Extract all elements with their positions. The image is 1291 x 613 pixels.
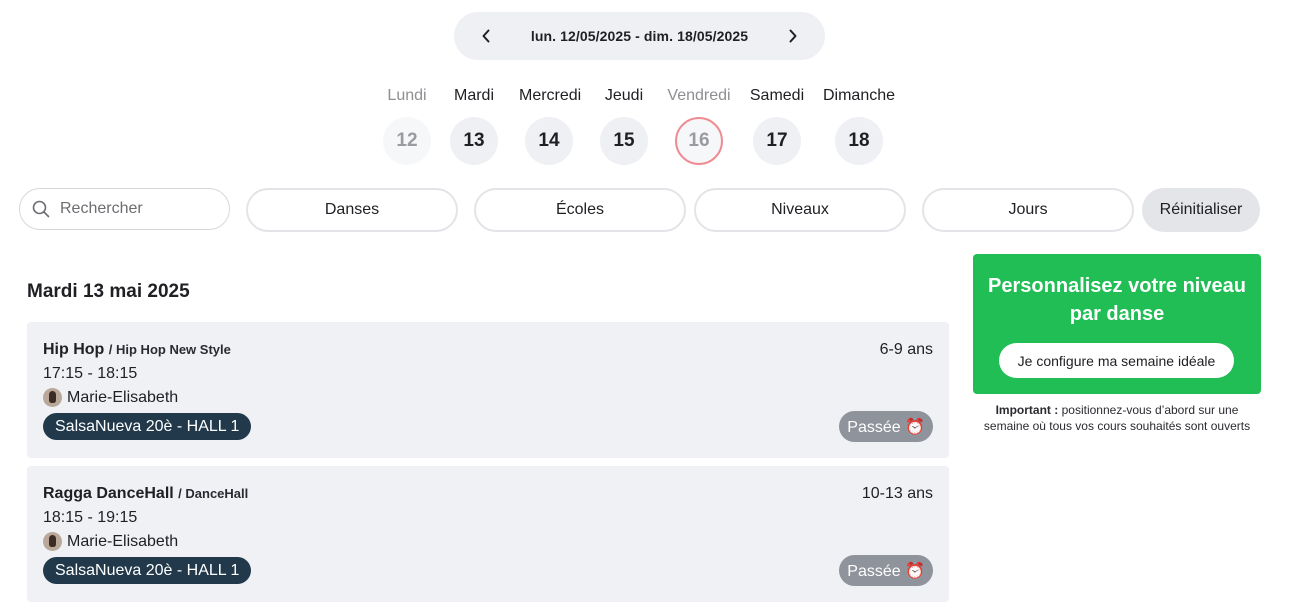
day-number: 16 — [675, 117, 723, 165]
age-range: 10-13 ans — [861, 485, 933, 502]
week-navigator: lun. 12/05/2025 - dim. 18/05/2025 — [454, 12, 825, 60]
note-label: Important : — [995, 403, 1059, 417]
class-style: / Hip Hop New Style — [108, 342, 231, 357]
day-name: Mercredi — [519, 87, 582, 104]
day-monday[interactable]: Lundi 12 — [377, 85, 437, 165]
search-input[interactable] — [58, 199, 212, 219]
status-badge: Passée ⏰ — [839, 411, 933, 442]
avatar — [43, 388, 62, 407]
days-filter-button[interactable]: Jours — [922, 188, 1134, 232]
search-icon — [32, 200, 50, 218]
status-badge: Passée ⏰ — [839, 555, 933, 586]
levels-filter-button[interactable]: Niveaux — [694, 188, 906, 232]
day-thursday[interactable]: Jeudi 15 — [594, 85, 654, 165]
class-card[interactable]: Ragga DanceHall / DanceHall 18:15 - 19:1… — [27, 466, 949, 602]
day-number: 17 — [753, 117, 801, 165]
class-title: Hip Hop / Hip Hop New Style — [43, 341, 231, 359]
day-name: Dimanche — [822, 87, 896, 104]
week-range-label: lun. 12/05/2025 - dim. 18/05/2025 — [530, 28, 749, 44]
class-teacher: Marie-Elisabeth — [43, 388, 178, 407]
day-number: 15 — [600, 117, 648, 165]
teacher-name: Marie-Elisabeth — [67, 388, 179, 406]
day-name: Vendredi — [667, 87, 731, 104]
class-name: Hip Hop — [43, 341, 105, 358]
class-time: 18:15 - 19:15 — [43, 509, 138, 526]
day-number: 12 — [383, 117, 431, 165]
day-name: Samedi — [749, 87, 805, 104]
reset-button[interactable]: Réinitialiser — [1142, 188, 1260, 232]
venue-badge: SalsaNueva 20è - HALL 1 — [43, 413, 252, 440]
class-time: 17:15 - 18:15 — [43, 365, 138, 382]
previous-week-button[interactable] — [476, 26, 496, 46]
next-week-button[interactable] — [783, 26, 803, 46]
day-friday[interactable]: Vendredi 16 — [663, 85, 735, 165]
venue-badge: SalsaNueva 20è - HALL 1 — [43, 557, 252, 584]
schools-filter-button[interactable]: Écoles — [474, 188, 686, 232]
avatar — [43, 532, 62, 551]
class-title: Ragga DanceHall / DanceHall — [43, 485, 248, 503]
day-number: 14 — [525, 117, 573, 165]
day-name: Lundi — [387, 87, 427, 104]
promo-panel: Personnalisez votre niveau par danse Je … — [973, 254, 1261, 394]
age-range: 6-9 ans — [879, 341, 933, 358]
day-number: 18 — [835, 117, 883, 165]
configure-week-button[interactable]: Je configure ma semaine idéale — [999, 343, 1234, 378]
important-note: Important : positionnez-vous d’abord sur… — [973, 402, 1261, 434]
class-name: Ragga DanceHall — [43, 485, 174, 502]
day-saturday[interactable]: Samedi 17 — [747, 85, 807, 165]
search-box — [19, 188, 230, 230]
day-name: Jeudi — [604, 87, 644, 104]
chevron-left-icon — [482, 29, 490, 43]
day-wednesday[interactable]: Mercredi 14 — [519, 85, 582, 165]
day-tuesday[interactable]: Mardi 13 — [444, 85, 504, 165]
day-sunday[interactable]: Dimanche 18 — [821, 85, 897, 165]
class-card[interactable]: Hip Hop / Hip Hop New Style 17:15 - 18:1… — [27, 322, 949, 458]
dances-filter-button[interactable]: Danses — [246, 188, 458, 232]
class-style: / DanceHall — [178, 486, 249, 501]
date-heading: Mardi 13 mai 2025 — [27, 281, 190, 302]
teacher-name: Marie-Elisabeth — [67, 532, 179, 550]
promo-title: Personnalisez votre niveau par danse — [988, 275, 1246, 325]
chevron-right-icon — [789, 29, 797, 43]
day-number: 13 — [450, 117, 498, 165]
day-name: Mardi — [453, 87, 494, 104]
class-teacher: Marie-Elisabeth — [43, 532, 178, 551]
